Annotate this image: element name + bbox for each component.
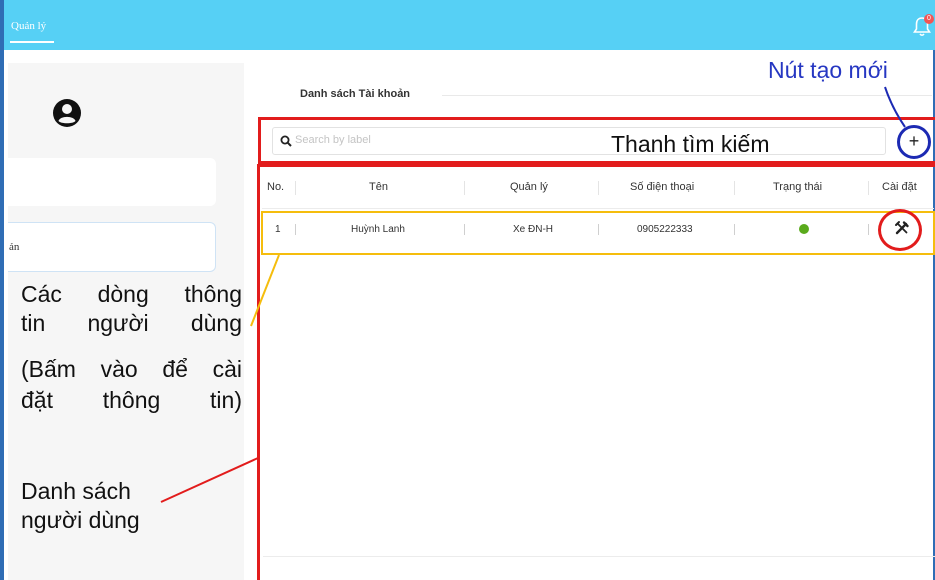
notification-badge: 0	[924, 14, 934, 24]
cell-separator	[598, 224, 599, 235]
table-header-divider	[262, 208, 934, 209]
cell-separator	[734, 224, 735, 235]
page-title: Danh sách Tài khoản	[300, 88, 411, 100]
column-separator	[598, 181, 599, 195]
search-placeholder: Search by label	[295, 134, 371, 146]
sidebar-item-label: ản	[9, 241, 20, 253]
sidebar-item-accounts[interactable]	[8, 222, 216, 272]
annotation-list-line-1: Danh sách	[21, 478, 131, 504]
cell-manager: Xe ĐN-H	[513, 224, 554, 235]
cell-separator	[464, 224, 465, 235]
title-divider	[442, 95, 932, 96]
app-window: Quản lý 0 ản Danh sách Tài khoản Search …	[0, 0, 935, 580]
column-header-name: Tên	[369, 181, 388, 193]
add-account-button[interactable]: +	[904, 129, 924, 153]
cell-separator	[295, 224, 296, 235]
column-separator	[868, 181, 869, 195]
column-header-settings: Cài đặt	[882, 181, 917, 193]
annotation-rows-hint: (Bấm vào để cài đặt thông tin)	[21, 354, 242, 416]
sidebar-card[interactable]	[8, 158, 216, 206]
cell-no: 1	[275, 224, 281, 235]
annotation-rows-line-1: Các dòng thông	[21, 281, 242, 307]
tools-icon[interactable]	[894, 220, 910, 236]
annotation-search-bar: Thanh tìm kiếm	[611, 131, 770, 157]
column-separator	[464, 181, 465, 195]
column-header-manager: Quản lý	[510, 181, 548, 193]
annotation-rows: Các dòng thông tin người dùng	[21, 280, 242, 338]
cell-name: Huỳnh Lanh	[351, 224, 405, 235]
nav-tab-active-indicator	[10, 41, 54, 43]
top-bar	[4, 0, 935, 50]
search-icon	[280, 135, 292, 147]
column-header-phone: Số điện thoại	[630, 181, 695, 193]
column-separator	[295, 181, 296, 195]
nav-tab-management[interactable]: Quản lý	[11, 20, 46, 32]
annotation-add-button: Nút tạo mới	[768, 57, 888, 83]
annotation-rows-hint-line-1: (Bấm vào để cài	[21, 356, 242, 382]
column-header-no: No.	[267, 181, 285, 193]
cell-separator	[868, 224, 869, 235]
column-separator	[734, 181, 735, 195]
user-avatar-icon[interactable]	[52, 98, 82, 128]
status-active-indicator	[799, 224, 809, 234]
cell-phone: 0905222333	[637, 224, 693, 235]
table-bottom-divider	[263, 556, 935, 557]
annotation-rows-hint-line-2: đặt thông tin)	[21, 387, 242, 413]
annotation-user-list: Danh sách người dùng	[21, 477, 140, 535]
annotation-rows-line-2: tin người dùng	[21, 310, 242, 336]
column-header-status: Trạng thái	[773, 181, 823, 193]
annotation-list-line-2: người dùng	[21, 507, 140, 533]
